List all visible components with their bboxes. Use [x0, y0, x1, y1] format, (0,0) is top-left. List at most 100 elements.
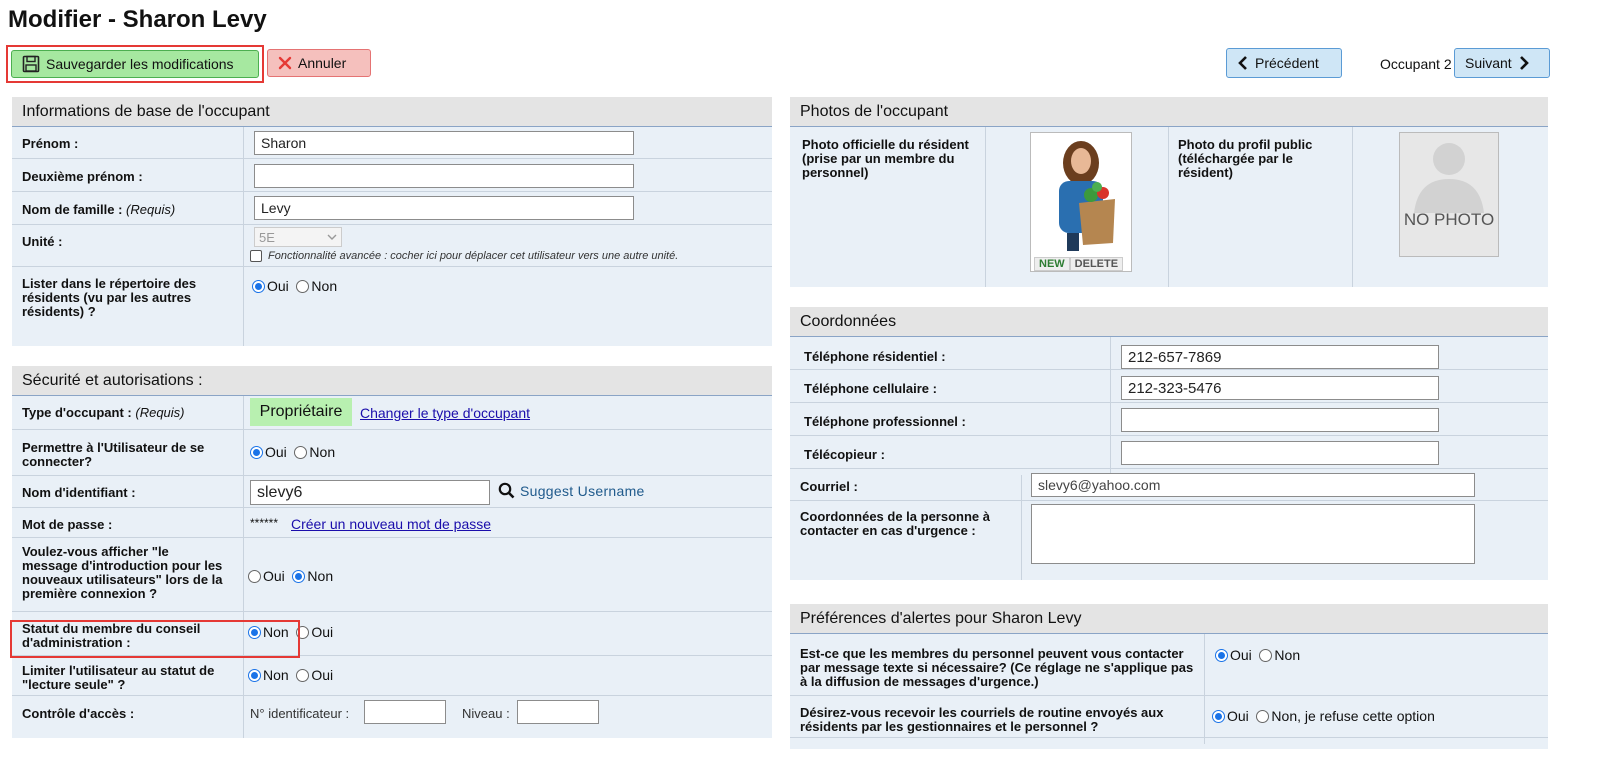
read-only-no-radio[interactable] [248, 669, 261, 682]
photos-heading: Photos de l'occupant [790, 97, 1548, 127]
password-label: Mot de passe : [22, 517, 113, 532]
cell-phone-row: Téléphone cellulaire : 212-323-5476 [790, 370, 1548, 403]
cell-phone-label: Téléphone cellulaire : [804, 381, 937, 396]
read-only-yes-radio[interactable] [296, 669, 310, 682]
routine-email-refuse-radio[interactable] [1256, 710, 1270, 723]
next-button[interactable]: Suivant [1454, 48, 1550, 78]
column-divider [1352, 127, 1353, 287]
occupant-type-label-text: Type d'occupant : [22, 405, 132, 420]
move-unit-checkbox[interactable] [250, 250, 262, 262]
delete-photo-button[interactable]: DELETE [1069, 257, 1124, 271]
directory-row: Lister dans le répertoire des résidents … [12, 267, 772, 329]
work-phone-input[interactable] [1121, 408, 1439, 432]
cancel-button-label: Annuler [298, 55, 347, 71]
allow-login-no-radio[interactable] [294, 446, 308, 459]
advanced-unit-option: Fonctionnalité avancée : cocher ici pour… [250, 250, 678, 262]
work-phone-label: Téléphone professionnel : [804, 414, 966, 429]
page-title: Modifier - Sharon Levy [8, 6, 267, 33]
photos-panel: Photos de l'occupant Photo officielle du… [790, 97, 1548, 287]
yes-label: Oui [311, 667, 334, 683]
emergency-contact-label: Coordonnées de la personne à contacter e… [800, 509, 990, 538]
password-row: Mot de passe : ****** Créer un nouveau m… [12, 508, 772, 538]
new-password-link[interactable]: Créer un nouveau mot de passe [291, 516, 491, 532]
required-note: (Requis) [126, 202, 176, 217]
first-name-input[interactable]: Sharon [254, 131, 634, 155]
change-type-link[interactable]: Changer le type d'occupant [360, 405, 530, 421]
basic-info-panel: Informations de base de l'occupant Préno… [12, 97, 772, 346]
yes-label: Oui [263, 568, 285, 584]
close-icon [278, 56, 292, 70]
identifier-input[interactable] [364, 700, 446, 724]
board-member-highlight [10, 620, 300, 658]
contact-heading: Coordonnées [790, 307, 1548, 337]
yes-label: Oui [267, 278, 289, 294]
column-divider [985, 127, 986, 287]
sms-yes-radio[interactable] [1215, 649, 1228, 662]
no-label: Non [309, 444, 336, 460]
basic-info-heading: Informations de base de l'occupant [12, 97, 772, 127]
username-input[interactable]: slevy6 [250, 480, 490, 505]
previous-button[interactable]: Précédent [1226, 48, 1342, 78]
last-name-row: Nom de famille : (Requis) Levy [12, 192, 772, 225]
routine-email-row: Désirez-vous recevoir les courriels de r… [790, 696, 1548, 738]
work-phone-row: Téléphone professionnel : [790, 403, 1548, 436]
chevron-left-icon [1238, 56, 1247, 70]
cell-phone-input[interactable]: 212-323-5476 [1121, 376, 1439, 400]
no-label: Non [311, 278, 338, 294]
fax-label: Télécopieur : [804, 447, 885, 462]
home-phone-row: Téléphone résidentiel : 212-657-7869 [790, 337, 1548, 370]
directory-no-radio[interactable] [296, 280, 310, 293]
intro-message-yes-radio[interactable] [248, 570, 261, 583]
routine-email-yes-radio[interactable] [1212, 710, 1225, 723]
security-panel: Sécurité et autorisations : Type d'occup… [12, 366, 772, 738]
emergency-contact-row: Coordonnées de la personne à contacter e… [790, 501, 1548, 569]
chevron-right-icon [1519, 56, 1529, 70]
official-photo-label: Photo officielle du résident (prise par … [802, 137, 969, 180]
yes-label: Oui [265, 444, 287, 460]
save-button-label: Sauvegarder les modifications [46, 56, 234, 72]
public-photo-label: Photo du profil public (téléchargée par … [1178, 137, 1313, 180]
sms-label: Est-ce que les membres du personnel peuv… [800, 646, 1194, 689]
advanced-note: Fonctionnalité avancée : cocher ici pour… [268, 250, 679, 262]
resident-photo [1031, 133, 1131, 253]
first-name-label: Prénom : [22, 136, 79, 151]
unit-row: Unité : 5E Fonctionnalité avancée : coch… [12, 225, 772, 267]
save-button[interactable]: Sauvegarder les modifications [11, 50, 259, 78]
email-input[interactable]: slevy6@yahoo.com [1031, 473, 1475, 497]
search-icon [498, 482, 515, 499]
suggest-username-label: Suggest Username [520, 482, 645, 499]
contact-panel: Coordonnées Téléphone résidentiel : 212-… [790, 307, 1548, 580]
level-input[interactable] [517, 700, 599, 724]
no-label: Non [1274, 647, 1301, 663]
sms-radio-group: Oui Non [1215, 647, 1304, 663]
directory-label: Lister dans le répertoire des résidents … [22, 276, 197, 319]
fax-input[interactable] [1121, 441, 1439, 465]
allow-login-yes-radio[interactable] [250, 446, 263, 459]
home-phone-input[interactable]: 212-657-7869 [1121, 345, 1439, 369]
alerts-panel: Préférences d'alertes pour Sharon Levy E… [790, 604, 1548, 749]
no-label: Non [263, 667, 289, 683]
middle-name-input[interactable] [254, 164, 634, 188]
directory-radio-group: Oui Non [252, 278, 341, 294]
sms-no-radio[interactable] [1259, 649, 1273, 662]
sms-row: Est-ce que les membres du personnel peuv… [790, 634, 1548, 696]
person-silhouette-icon [1414, 143, 1484, 213]
email-row: Courriel : slevy6@yahoo.com [790, 469, 1548, 501]
unit-select[interactable]: 5E [254, 227, 342, 247]
routine-email-radio-group: Oui Non, je refuse cette option [1212, 708, 1439, 724]
no-label: Non [307, 568, 334, 584]
intro-message-no-radio[interactable] [292, 570, 306, 583]
cancel-button[interactable]: Annuler [267, 49, 371, 77]
last-name-input[interactable]: Levy [254, 196, 634, 220]
directory-yes-radio[interactable] [252, 280, 265, 293]
occupant-type-row: Type d'occupant : (Requis) Propriétaire … [12, 396, 772, 430]
refuse-option-label: Non, je refuse cette option [1271, 708, 1435, 724]
emergency-contact-textarea[interactable] [1031, 504, 1475, 564]
required-note: (Requis) [135, 405, 185, 420]
new-photo-button[interactable]: NEW [1034, 257, 1070, 271]
yes-label: Oui [1230, 647, 1252, 663]
fax-row: Télécopieur : [790, 436, 1548, 469]
chevron-down-icon [327, 234, 337, 240]
allow-login-row: Permettre à l'Utilisateur de se connecte… [12, 430, 772, 476]
suggest-username-button[interactable]: Suggest Username [498, 482, 645, 499]
